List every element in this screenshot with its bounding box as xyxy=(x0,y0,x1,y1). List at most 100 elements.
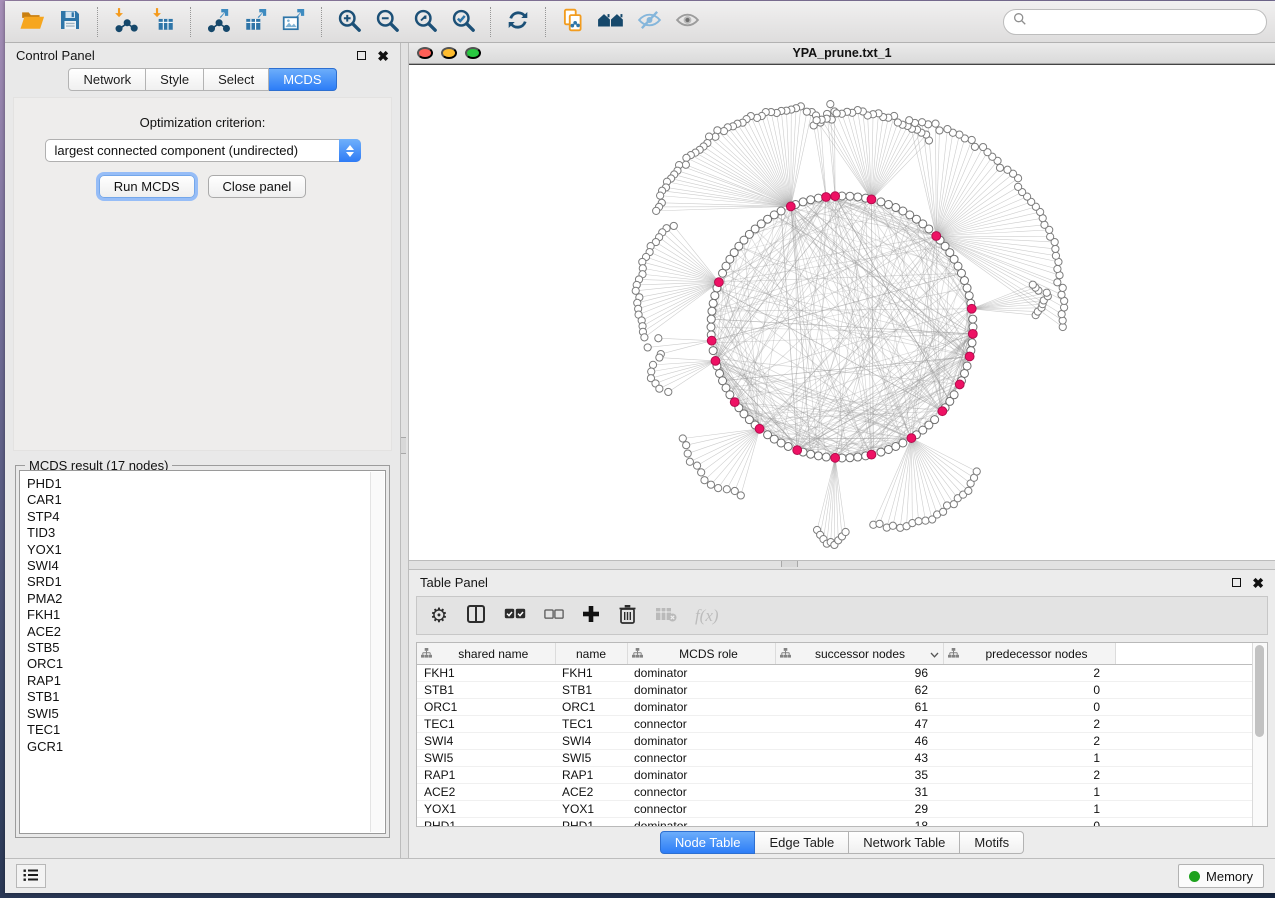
status-bar: Memory xyxy=(5,858,1275,893)
first-neighbors-button[interactable] xyxy=(592,5,630,39)
mcds-result-item[interactable]: CAR1 xyxy=(27,492,385,508)
table-cell-filler xyxy=(1115,750,1252,767)
optimization-criterion-value: largest connected component (undirected) xyxy=(55,143,299,158)
window-minimize-traffic-light[interactable] xyxy=(441,47,457,59)
toolbar-separator xyxy=(490,7,491,37)
mcds-result-item[interactable]: PHD1 xyxy=(27,476,385,492)
column-header-successor-nodes[interactable]: successor nodes xyxy=(775,643,943,665)
table-row[interactable]: STB1STB1dominator620 xyxy=(417,682,1252,699)
show-columns-button[interactable] xyxy=(466,604,486,627)
mcds-result-item[interactable]: YOX1 xyxy=(27,542,385,558)
zoom-selected-button[interactable] xyxy=(444,5,482,39)
splitter-grip[interactable] xyxy=(781,561,798,567)
tab-select[interactable]: Select xyxy=(204,68,269,91)
search-magnifier-icon xyxy=(1013,12,1027,31)
tab-motifs[interactable]: Motifs xyxy=(960,831,1024,854)
window-zoom-traffic-light[interactable] xyxy=(465,47,481,59)
mcds-result-item[interactable]: STB1 xyxy=(27,689,385,705)
mcds-result-item[interactable]: STB5 xyxy=(27,640,385,656)
select-all-button[interactable] xyxy=(504,608,526,623)
tab-style[interactable]: Style xyxy=(146,68,204,91)
network-canvas[interactable] xyxy=(409,64,1275,560)
optimization-criterion-select[interactable]: largest connected component (undirected) xyxy=(45,139,361,162)
show-all-button[interactable] xyxy=(668,5,706,39)
search-input[interactable] xyxy=(1033,13,1257,30)
mcds-result-item[interactable]: PMA2 xyxy=(27,591,385,607)
result-list-scrollbar[interactable] xyxy=(370,472,384,832)
add-column-button[interactable] xyxy=(582,605,600,626)
tab-edge-table[interactable]: Edge Table xyxy=(755,831,849,854)
table-cell: dominator xyxy=(627,767,775,784)
table-row[interactable]: RAP1RAP1dominator352 xyxy=(417,767,1252,784)
delete-table-button[interactable] xyxy=(655,606,677,625)
zoom-in-button[interactable] xyxy=(330,5,368,39)
run-mcds-button[interactable]: Run MCDS xyxy=(99,175,195,198)
export-network-button[interactable] xyxy=(199,5,237,39)
mcds-result-item[interactable]: SWI4 xyxy=(27,558,385,574)
vertical-splitter[interactable] xyxy=(400,43,409,858)
float-panel-icon[interactable] xyxy=(1232,578,1241,587)
horizontal-splitter[interactable] xyxy=(409,560,1275,570)
mcds-result-item[interactable]: ORC1 xyxy=(27,656,385,672)
table-row[interactable]: ACE2ACE2connector311 xyxy=(417,784,1252,801)
table-row[interactable]: YOX1YOX1connector291 xyxy=(417,801,1252,818)
control-panel-header: Control Panel ✖ xyxy=(5,43,400,68)
zoom-fit-icon xyxy=(412,7,439,37)
column-header-mcds-role[interactable]: MCDS role xyxy=(627,643,775,665)
mcds-result-item[interactable]: STP4 xyxy=(27,509,385,525)
table-row[interactable]: SWI5SWI5connector431 xyxy=(417,750,1252,767)
save-session-button[interactable] xyxy=(51,5,89,39)
table-cell: ORC1 xyxy=(555,699,627,716)
zoom-fit-button[interactable] xyxy=(406,5,444,39)
mcds-result-group: MCDS result (17 nodes) PHD1CAR1STP4TID3Y… xyxy=(15,465,390,838)
float-panel-icon[interactable] xyxy=(357,51,366,60)
close-panel-button[interactable]: Close panel xyxy=(208,175,307,198)
table-panel-tabs: Node TableEdge TableNetwork TableMotifs xyxy=(409,831,1275,853)
close-panel-icon[interactable]: ✖ xyxy=(377,49,389,63)
memory-button[interactable]: Memory xyxy=(1178,864,1264,888)
unselect-all-button[interactable] xyxy=(544,608,564,623)
mcds-result-item[interactable]: TEC1 xyxy=(27,722,385,738)
table-row[interactable]: PHD1PHD1dominator180 xyxy=(417,818,1252,828)
mcds-result-item[interactable]: SRD1 xyxy=(27,574,385,590)
import-table-button[interactable] xyxy=(144,5,182,39)
unchecked-boxes-icon xyxy=(544,608,564,623)
hide-selected-button[interactable] xyxy=(630,5,668,39)
table-row[interactable]: SWI4SWI4dominator462 xyxy=(417,733,1252,750)
mcds-result-item[interactable]: RAP1 xyxy=(27,673,385,689)
tab-mcds[interactable]: MCDS xyxy=(269,68,336,91)
column-header-filler xyxy=(1115,643,1252,665)
splitter-grip[interactable] xyxy=(401,437,406,454)
copy-network-button[interactable] xyxy=(554,5,592,39)
column-header-shared-name[interactable]: shared name xyxy=(417,643,555,665)
table-settings-button[interactable]: ⚙ xyxy=(430,606,448,626)
mcds-result-item[interactable]: SWI5 xyxy=(27,706,385,722)
table-row[interactable]: FKH1FKH1dominator962 xyxy=(417,665,1252,682)
export-image-button[interactable] xyxy=(275,5,313,39)
mcds-result-item[interactable]: FKH1 xyxy=(27,607,385,623)
task-history-button[interactable] xyxy=(16,864,46,888)
mcds-result-item[interactable]: ACE2 xyxy=(27,624,385,640)
table-scrollbar[interactable] xyxy=(1252,643,1267,826)
mcds-result-item[interactable]: GCR1 xyxy=(27,739,385,755)
column-header-name[interactable]: name xyxy=(555,643,627,665)
mcds-result-item[interactable]: TID3 xyxy=(27,525,385,541)
zoom-out-button[interactable] xyxy=(368,5,406,39)
delete-column-button[interactable] xyxy=(618,604,637,627)
table-cell: TEC1 xyxy=(417,716,555,733)
export-table-button[interactable] xyxy=(237,5,275,39)
import-network-button[interactable] xyxy=(106,5,144,39)
apply-function-button[interactable]: f(x) xyxy=(695,606,719,626)
close-panel-icon[interactable]: ✖ xyxy=(1252,576,1264,590)
tab-network-table[interactable]: Network Table xyxy=(849,831,960,854)
column-header-predecessor-nodes[interactable]: predecessor nodes xyxy=(943,643,1115,665)
tab-network[interactable]: Network xyxy=(68,68,146,91)
tab-node-table[interactable]: Node Table xyxy=(660,831,756,854)
refresh-view-button[interactable] xyxy=(499,5,537,39)
scrollbar-thumb[interactable] xyxy=(1255,645,1264,737)
window-close-traffic-light[interactable] xyxy=(417,47,433,59)
mcds-result-list[interactable]: PHD1CAR1STP4TID3YOX1SWI4SRD1PMA2FKH1ACE2… xyxy=(19,470,386,834)
table-row[interactable]: TEC1TEC1connector472 xyxy=(417,716,1252,733)
open-file-button[interactable] xyxy=(13,5,51,39)
table-row[interactable]: ORC1ORC1dominator610 xyxy=(417,699,1252,716)
